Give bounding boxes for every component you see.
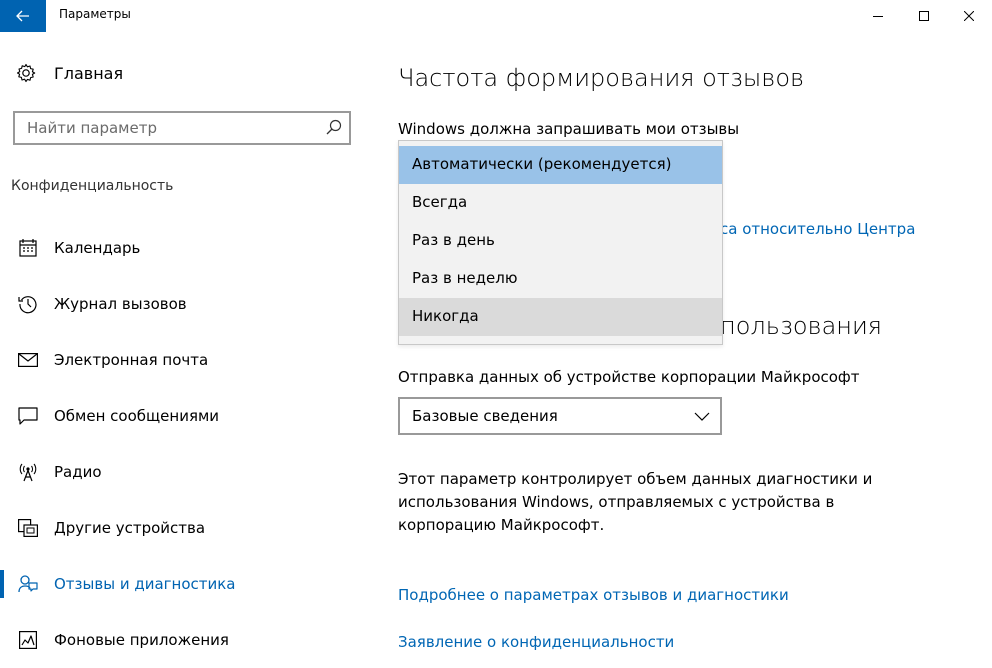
hub-link[interactable]: са относительно Центра — [720, 220, 915, 238]
dropdown-option-always[interactable]: Всегда — [399, 184, 722, 222]
feedback-icon — [18, 575, 38, 593]
frequency-label: Windows должна запрашивать мои отзывы — [398, 120, 740, 138]
sidebar-item-label: Журнал вызовов — [54, 295, 187, 313]
mail-icon — [18, 353, 38, 367]
send-data-label: Отправка данных об устройстве корпорации… — [398, 368, 860, 386]
search-icon — [326, 119, 342, 135]
home-label: Главная — [54, 63, 124, 83]
home-link[interactable]: Главная — [16, 63, 123, 83]
background-apps-icon — [19, 631, 37, 649]
search-box[interactable] — [13, 111, 351, 145]
maximize-icon — [919, 11, 929, 21]
minimize-button[interactable] — [855, 0, 901, 32]
dropdown-option-weekly[interactable]: Раз в неделю — [399, 260, 722, 298]
sidebar-item-feedback[interactable]: Отзывы и диагностика — [0, 556, 372, 612]
devices-icon — [18, 519, 38, 537]
sidebar-item-label: Радио — [54, 463, 102, 481]
sidebar-item-other-devices[interactable]: Другие устройства — [0, 500, 372, 556]
message-icon — [18, 407, 38, 425]
dropdown-option-daily[interactable]: Раз в день — [399, 222, 722, 260]
history-icon — [18, 296, 37, 314]
sidebar-item-label: Электронная почта — [54, 351, 209, 369]
search-input[interactable] — [27, 118, 317, 138]
window-title: Параметры — [59, 7, 131, 21]
sidebar: Главная Конфиденциальность Календарь — [0, 32, 372, 665]
sidebar-item-messaging[interactable]: Обмен сообщениями — [0, 388, 372, 444]
sidebar-item-label: Фоновые приложения — [54, 631, 229, 649]
back-button[interactable] — [0, 0, 46, 32]
dropdown-option-never[interactable]: Никогда — [399, 298, 722, 336]
title-bar: Параметры — [0, 0, 992, 32]
sidebar-item-call-history[interactable]: Журнал вызовов — [0, 276, 372, 332]
maximize-button[interactable] — [901, 0, 947, 32]
select-value: Базовые сведения — [412, 407, 558, 425]
close-icon — [964, 11, 974, 21]
search-button[interactable] — [326, 119, 342, 139]
section-heading-diagnostics: пользования — [720, 312, 882, 340]
dropdown-option-auto[interactable]: Автоматически (рекомендуется) — [399, 146, 722, 184]
privacy-statement-link[interactable]: Заявление о конфиденциальности — [398, 633, 674, 651]
arrow-left-icon — [16, 10, 29, 22]
feedback-settings-link[interactable]: Подробнее о параметрах отзывов и диагнос… — [398, 586, 789, 604]
radio-icon — [19, 463, 37, 482]
close-button[interactable] — [946, 0, 992, 32]
active-indicator — [0, 570, 4, 598]
sidebar-item-label: Обмен сообщениями — [54, 407, 220, 425]
sidebar-item-label: Отзывы и диагностика — [54, 575, 236, 593]
minimize-icon — [873, 16, 883, 17]
frequency-dropdown-list: Автоматически (рекомендуется) Всегда Раз… — [398, 140, 723, 345]
diagnostic-data-select[interactable]: Базовые сведения — [398, 397, 722, 435]
sidebar-nav: Календарь Журнал вызовов Электронная поч… — [0, 220, 372, 668]
sidebar-item-email[interactable]: Электронная почта — [0, 332, 372, 388]
sidebar-item-calendar[interactable]: Календарь — [0, 220, 372, 276]
sidebar-item-background-apps[interactable]: Фоновые приложения — [0, 612, 372, 668]
gear-icon — [16, 63, 36, 83]
chevron-down-icon — [694, 412, 710, 421]
section-title: Конфиденциальность — [11, 178, 174, 194]
diagnostics-description: Этот параметр контролирует объем данных … — [398, 470, 873, 534]
sidebar-item-label: Календарь — [54, 239, 141, 257]
sidebar-item-radio[interactable]: Радио — [0, 444, 372, 500]
sidebar-item-label: Другие устройства — [54, 519, 206, 537]
calendar-icon — [19, 239, 37, 257]
main-content: Частота формирования отзывов Windows дол… — [398, 32, 992, 665]
page-title: Частота формирования отзывов — [398, 64, 805, 92]
